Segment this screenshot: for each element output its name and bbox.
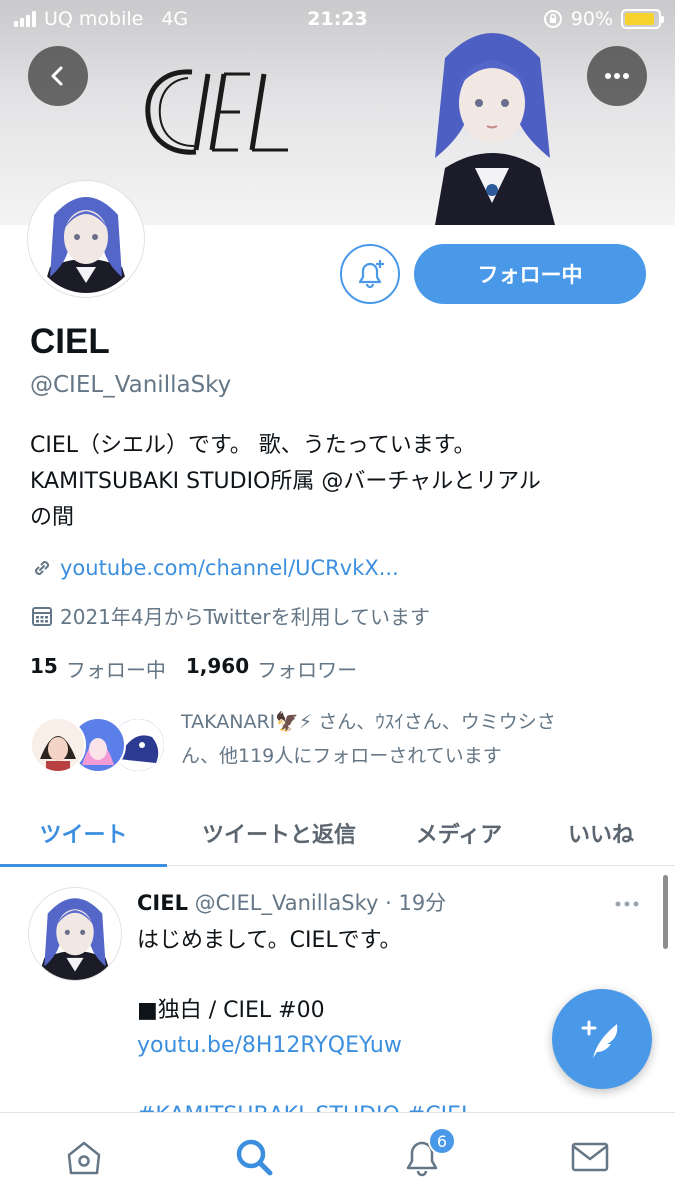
back-button[interactable] [28,46,88,106]
following-count[interactable]: 15 [30,654,58,683]
tab-media[interactable]: メディア [391,800,527,866]
profile-joined: 2021年4月からTwitterを利用しています [30,601,430,630]
profile-avatar[interactable] [28,181,144,297]
followed-by-avatars [30,717,170,777]
followers-count[interactable]: 1,960 [186,654,249,683]
tab-tweets-and-replies[interactable]: ツイートと返信 [167,800,391,866]
more-horizontal-icon [615,901,639,907]
followers-label[interactable]: フォロワー [257,654,357,683]
tweet-author-name[interactable]: CIEL [137,891,188,915]
tweet-header: CIEL @CIEL_VanillaSky · 19分 [137,887,446,917]
followed-by-text[interactable]: TAKANARI🦅⚡ さん、ｳｽｲさん、ウミウシさ ん、他119人にフォローされ… [181,705,651,773]
tweet-author-handle[interactable]: @CIEL_VanillaSky [195,891,379,915]
banner-character-illustration [435,33,555,225]
battery-icon [621,9,664,29]
website-link[interactable]: youtube.com/channel/UCRvkX... [60,556,399,580]
more-options-button[interactable] [587,46,647,106]
chevron-left-icon [51,66,63,86]
more-horizontal-icon [605,73,629,79]
tweet-more-button[interactable] [614,889,640,914]
mail-icon [571,1142,609,1172]
joined-date: 2021年4月からTwitterを利用しています [60,605,431,629]
status-bar: UQ mobile 4G 21:23 90% [0,0,675,40]
bell-plus-icon [358,260,384,289]
tweet-line: はじめまして。CIELです。 [137,928,402,953]
bottom-navigation: 6 [0,1112,675,1200]
scrollbar[interactable] [663,875,668,949]
compose-tweet-button[interactable] [552,989,652,1089]
nav-home[interactable] [62,1135,106,1179]
profile-bio: CIEL（シエル）です。 歌、うたっています。 KAMITSUBAKI STUD… [30,428,630,536]
followed-by-section[interactable]: TAKANARI🦅⚡ さん、ｳｽｲさん、ウミウシさ ん、他119人にフォローされ… [30,705,650,785]
tweet-avatar-image [29,888,121,980]
nav-messages[interactable] [568,1135,612,1179]
following-label[interactable]: フォロー中 [66,654,166,683]
nav-search[interactable] [232,1135,276,1179]
follow-counts: 15 フォロー中 1,960 フォロワー [30,654,369,683]
tab-likes[interactable]: いいね [527,800,675,866]
rotation-lock-icon [543,10,562,28]
bio-line: KAMITSUBAKI STUDIO所属 @バーチャルとリアル [30,469,541,494]
follower-avatar [30,717,86,773]
link-icon [34,560,50,576]
follower-avatar-image [32,719,84,771]
battery-fill [625,13,654,25]
followed-by-line: TAKANARI🦅⚡ さん、ｳｽｲさん、ウミウシさ [181,711,556,733]
profile-tabs: ツイート ツイートと返信 メディア いいね [0,800,675,867]
profile-display-name: CIEL [30,322,110,361]
notification-badge: 6 [428,1127,456,1155]
home-icon [67,1141,101,1175]
calendar-icon [32,606,52,626]
following-button[interactable]: フォロー中 [414,244,646,304]
avatar-illustration [32,185,140,293]
tweet-time: · 19分 [385,891,447,915]
bio-line: の間 [30,505,75,530]
profile-website[interactable]: youtube.com/channel/UCRvkX... [30,556,399,580]
notifications-toggle-button[interactable] [340,244,400,304]
status-right: 90% [543,8,664,30]
compose-feather-icon [581,1020,618,1058]
search-icon [236,1139,273,1176]
ciel-logo [145,69,288,155]
tweet-hashtags[interactable]: #KAMITSUBAKI_STUDIO #CIEL [137,1098,637,1112]
profile-handle: @CIEL_VanillaSky [30,372,232,398]
bio-line: CIEL（シエル）です。 歌、うたっています。 [30,433,476,458]
tab-tweets[interactable]: ツイート [0,800,167,867]
tweet-avatar[interactable] [28,887,122,981]
battery-percent: 90% [570,8,613,30]
followed-by-line: ん、他119人にフォローされています [181,745,502,767]
